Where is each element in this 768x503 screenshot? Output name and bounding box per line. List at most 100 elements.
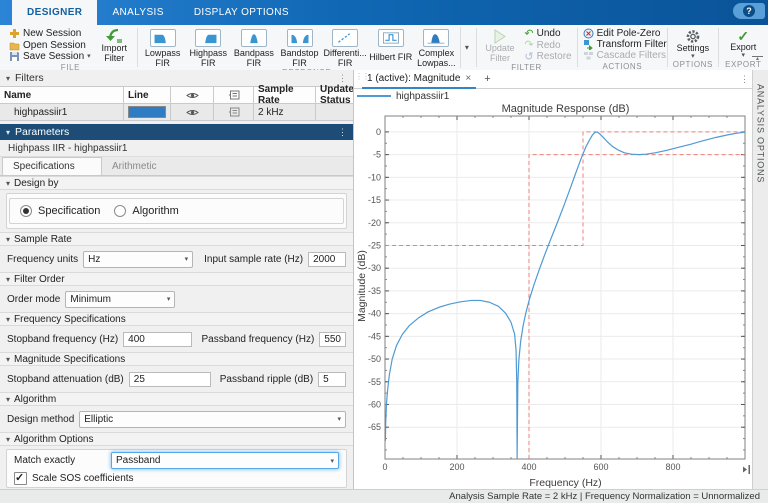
undo-icon: ↶ xyxy=(524,27,534,40)
sample-rate-section-header[interactable]: ▾ Sample Rate xyxy=(0,232,353,246)
save-session-button[interactable]: Save Session ▾ xyxy=(7,51,93,62)
plot-panel: ⋮⋮ 1 (active): Magnitude × + ⋮ highpassi… xyxy=(354,70,753,490)
specification-radio[interactable] xyxy=(20,205,32,217)
highpass-fir-button[interactable]: Highpass FIR xyxy=(186,27,230,68)
help-button[interactable]: ? xyxy=(733,3,765,19)
algorithm-section-header[interactable]: ▾ Algorithm xyxy=(0,392,353,406)
algorithm-radio[interactable] xyxy=(114,205,127,217)
restore-button[interactable]: ↺ Restore xyxy=(522,51,573,62)
differentiator-fir-label-2: FIR xyxy=(337,57,353,68)
legend-line-sample xyxy=(357,95,391,97)
svg-text:-15: -15 xyxy=(368,195,381,205)
differentiator-fir-button[interactable]: Differenti... FIR xyxy=(323,27,367,68)
stopband-attenuation-label: Stopband attenuation (dB) xyxy=(7,373,124,385)
passband-ripple-field[interactable]: 5 xyxy=(318,371,346,387)
undo-button[interactable]: ↶ Undo xyxy=(522,28,573,39)
bandstop-fir-button[interactable]: Bandstop FIR xyxy=(278,27,322,68)
export-check-icon: ✓ xyxy=(737,28,750,44)
svg-text:-35: -35 xyxy=(368,286,381,296)
design-method-select[interactable]: Elliptic ▾ xyxy=(79,410,346,428)
eye-icon xyxy=(185,92,199,98)
tab-arithmetic[interactable]: Arithmetic xyxy=(102,158,200,175)
settings-button[interactable]: Settings ▾ xyxy=(671,27,714,60)
match-exactly-label: Match exactly xyxy=(14,455,76,466)
svg-text:-40: -40 xyxy=(368,309,381,319)
frequency-units-select[interactable]: Hz ▾ xyxy=(83,250,194,268)
algorithm-options-title: Algorithm Options xyxy=(14,433,94,445)
legend-label: highpassiir1 xyxy=(396,90,450,102)
tab-display-options[interactable]: DISPLAY OPTIONS xyxy=(179,0,304,25)
tab-specifications[interactable]: Specifications xyxy=(2,157,102,175)
design-by-section-header[interactable]: ▾ Design by xyxy=(0,176,353,190)
svg-text:-65: -65 xyxy=(368,422,381,432)
complex-lowpass-button[interactable]: Complex Lowpas... xyxy=(415,27,459,68)
collapse-ribbon-button[interactable]: ▴ xyxy=(752,56,763,62)
redo-button[interactable]: ↷ Redo xyxy=(522,40,573,51)
hilbert-fir-button[interactable]: Hilbert FIR xyxy=(369,27,413,68)
magnitude-specs-section-header[interactable]: ▾ Magnitude Specifications xyxy=(0,352,353,366)
col-header-visibility xyxy=(171,86,214,104)
sample-rate-title: Sample Rate xyxy=(14,233,72,245)
eye-icon xyxy=(185,109,199,115)
svg-text:-60: -60 xyxy=(368,399,381,409)
collapse-axes-icon[interactable] xyxy=(742,465,751,474)
add-plot-tab-button[interactable]: + xyxy=(484,73,490,85)
collapse-caret-icon: ▾ xyxy=(6,314,11,324)
response-gallery-dropdown[interactable]: ▾ xyxy=(460,27,472,68)
import-filter-icon xyxy=(106,29,123,43)
cascade-filters-button[interactable]: Cascade Filters xyxy=(581,50,669,61)
analysis-options-strip[interactable]: ANALYSIS OPTIONS xyxy=(752,70,768,490)
stopband-attenuation-field[interactable]: 25 xyxy=(128,371,211,387)
filter-row-name[interactable]: highpassiir1 xyxy=(0,104,124,121)
filter-row-line-cell[interactable] xyxy=(124,104,171,121)
filters-panel-menu-icon[interactable]: ⋮ xyxy=(338,73,347,84)
order-mode-select[interactable]: Minimum ▾ xyxy=(65,290,176,308)
plot-legend: highpassiir1 xyxy=(354,89,753,103)
tab-designer[interactable]: DESIGNER xyxy=(12,0,98,25)
redo-label: Redo xyxy=(536,39,561,51)
save-session-dropdown-icon[interactable]: ▾ xyxy=(87,53,91,60)
match-exactly-select[interactable]: Passband ▾ xyxy=(111,452,339,469)
frequency-units-label: Frequency units xyxy=(7,253,79,265)
input-sample-rate-field[interactable]: 2000 xyxy=(308,251,346,267)
scale-sos-checkbox[interactable] xyxy=(14,471,27,485)
edit-pole-zero-button[interactable]: Edit Pole-Zero xyxy=(581,28,669,39)
frequency-specs-section-header[interactable]: ▾ Frequency Specifications xyxy=(0,312,353,326)
import-filter-button[interactable]: Import Filter xyxy=(95,27,134,63)
algorithm-radio-label: Algorithm xyxy=(132,205,179,217)
open-folder-icon xyxy=(9,42,20,50)
chart-canvas[interactable]: 0 200 400 600 800 0 -5 -10 -15 -20 -25 -30 -35 -40 -45… xyxy=(354,102,752,489)
svg-text:-50: -50 xyxy=(368,354,381,364)
line-swatch[interactable] xyxy=(128,106,166,118)
panel-drag-handle-icon[interactable]: ⋮⋮ xyxy=(355,72,370,81)
algorithm-options-section-header[interactable]: ▾ Algorithm Options xyxy=(0,432,353,446)
filter-row-visibility-toggle[interactable] xyxy=(171,104,214,121)
update-filter-button[interactable]: Update Filter xyxy=(480,27,521,63)
close-tab-icon[interactable]: × xyxy=(465,73,471,84)
redo-icon: ↷ xyxy=(524,39,534,51)
parameters-panel-header[interactable]: ▾ Parameters ⋮ xyxy=(0,124,353,140)
order-mode-value: Minimum xyxy=(70,293,111,305)
stopband-frequency-field[interactable]: 400 xyxy=(123,331,193,347)
settings-dropdown-icon[interactable]: ▾ xyxy=(691,53,695,60)
complex-lowpass-icon xyxy=(423,29,450,47)
open-session-label: Open Session xyxy=(23,39,86,51)
design-by-body: Specification Algorithm xyxy=(6,193,347,229)
open-session-button[interactable]: Open Session xyxy=(7,40,93,51)
transform-filter-button[interactable]: Transform Filter xyxy=(581,39,669,50)
plot-panel-menu-icon[interactable]: ⋮ xyxy=(740,74,749,85)
edit-pole-zero-icon xyxy=(583,28,594,39)
bandpass-fir-button[interactable]: Bandpass FIR xyxy=(232,27,276,68)
passband-frequency-field[interactable]: 550 xyxy=(319,331,346,347)
lowpass-fir-button[interactable]: Lowpass FIR xyxy=(141,27,185,68)
update-filter-label-2: Filter xyxy=(489,52,510,63)
filter-order-section-header[interactable]: ▾ Filter Order xyxy=(0,272,353,286)
filter-row-legend-toggle[interactable] xyxy=(214,104,254,121)
col-header-name: Name xyxy=(0,86,124,104)
new-session-button[interactable]: New Session xyxy=(7,28,93,39)
tab-analysis[interactable]: ANALYSIS xyxy=(97,0,178,25)
svg-text:400: 400 xyxy=(521,462,536,472)
parameters-panel-menu-icon[interactable]: ⋮ xyxy=(338,127,347,138)
export-dropdown-icon[interactable]: ▾ xyxy=(742,52,746,59)
magnitude-plot-tab[interactable]: 1 (active): Magnitude × xyxy=(362,69,477,89)
